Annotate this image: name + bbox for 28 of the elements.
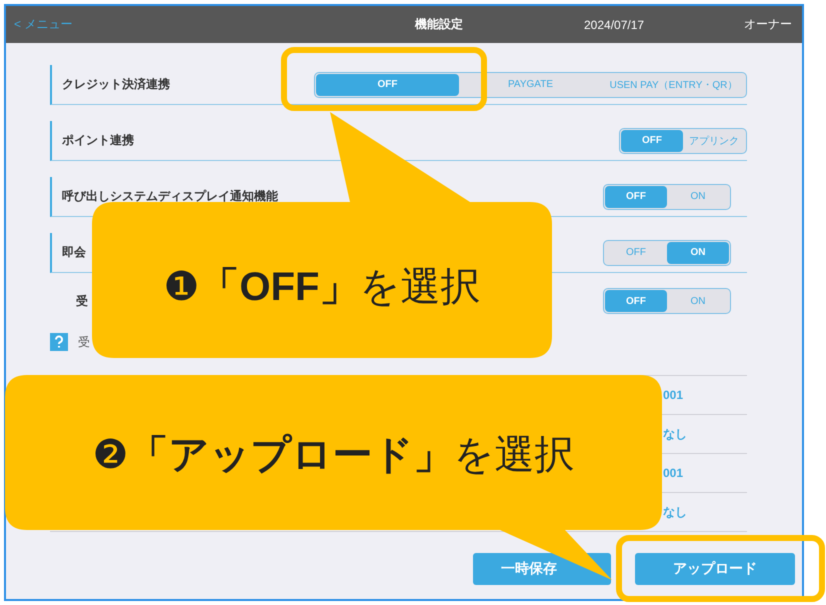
list-value: なし <box>663 426 687 442</box>
list-value: 001 <box>663 388 684 402</box>
toggle-option[interactable]: OFF <box>605 186 667 208</box>
toggle-option[interactable]: ON <box>667 290 729 312</box>
toggle-option[interactable]: OFF <box>605 290 667 312</box>
list-value: なし <box>663 504 687 520</box>
setting-label: クレジット決済連携 <box>62 76 170 93</box>
list-value: 001 <box>663 466 684 480</box>
user-label: オーナー <box>744 16 792 33</box>
toggle-option[interactable]: OFF <box>621 130 683 152</box>
setting-label: 即会 <box>62 244 86 261</box>
setting-label: 呼び出しシステムディスプレイ通知機能 <box>62 188 278 205</box>
toggle-option[interactable]: OFF <box>605 242 667 264</box>
toggle-option[interactable]: アプリンク <box>683 130 745 152</box>
upload-button[interactable]: アップロード <box>635 553 795 585</box>
toggle-option[interactable]: PAYGATE <box>459 74 602 96</box>
toggle-option[interactable]: OFF <box>316 74 459 96</box>
help-label: 受 <box>78 334 90 350</box>
callout-text: ❶「OFF」を選択 <box>162 264 482 310</box>
setting-label: 受 <box>76 292 88 310</box>
screen-title: 機能設定 <box>414 16 464 33</box>
toggle-option[interactable]: ON <box>667 186 729 208</box>
toggle-option[interactable]: USEN PAY（ENTRY・QR） <box>602 74 745 96</box>
setting-label: ポイント連携 <box>62 132 134 149</box>
back-link[interactable]: < メニュー <box>14 16 344 33</box>
date-label: 2024/07/17 <box>583 18 646 32</box>
toggle-option[interactable]: ON <box>667 242 729 264</box>
callout-text: ❷「アップロード」を選択 <box>92 432 576 478</box>
